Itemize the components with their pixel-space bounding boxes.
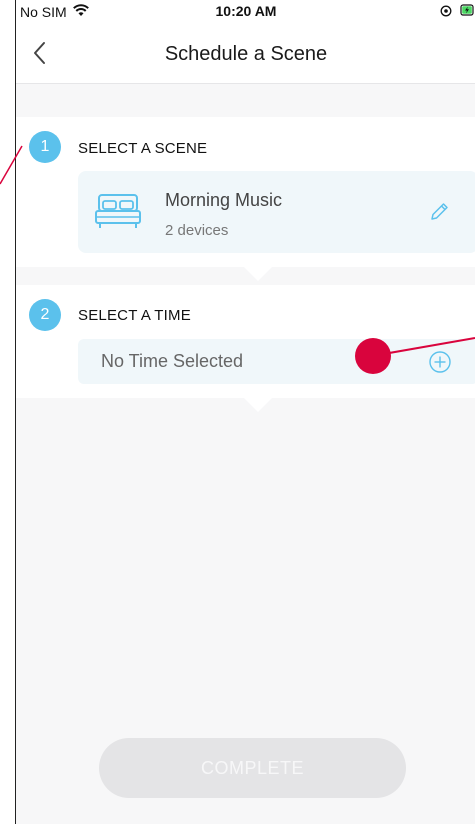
touch-indicator-dot — [355, 338, 391, 374]
annotation-overlay — [0, 145, 475, 374]
annotation-line — [0, 145, 23, 185]
